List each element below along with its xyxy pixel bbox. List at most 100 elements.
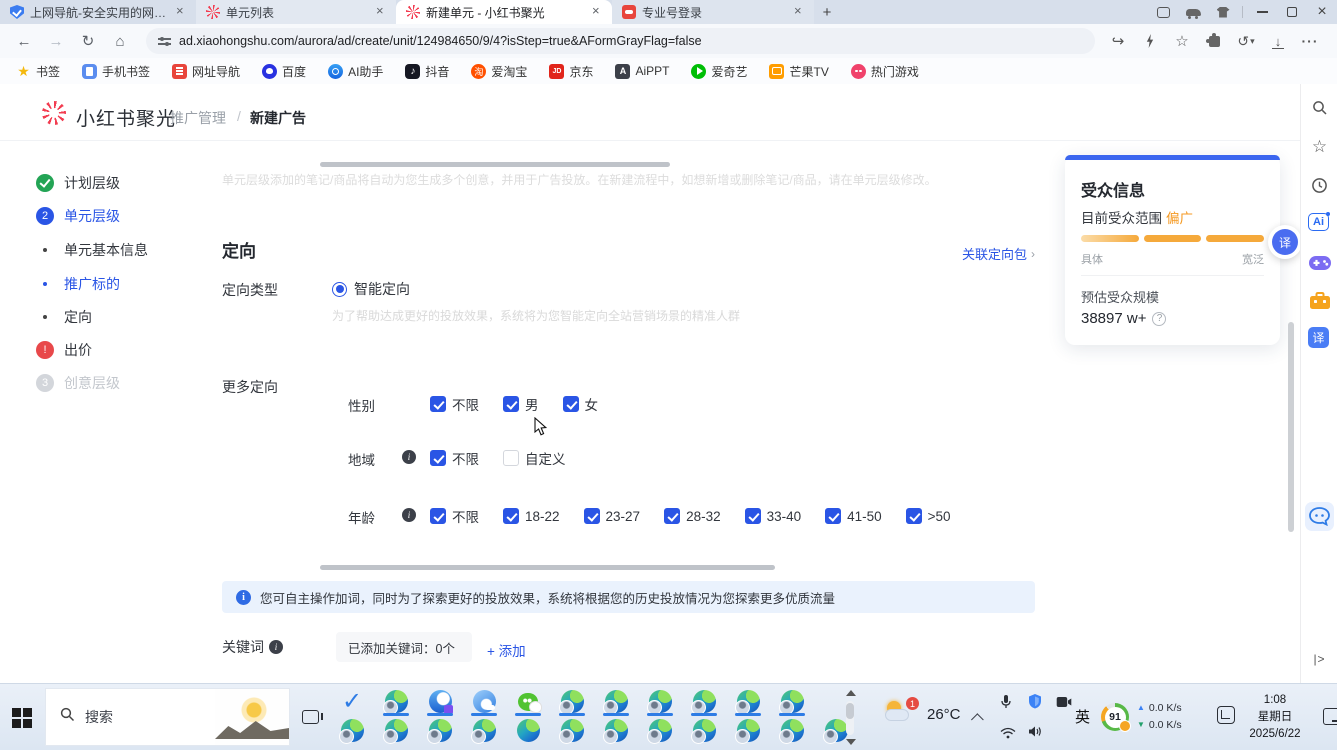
taskbar-app-icon[interactable] [516,718,540,744]
checkbox[interactable] [825,508,841,524]
home-icon[interactable]: ⌂ [106,28,134,54]
bookmark-item[interactable]: 百度 [262,63,306,80]
rail-ai-icon[interactable]: Ai [1308,213,1329,231]
taskbar-app-icon[interactable] [340,718,364,744]
vehicle-extension-icon[interactable] [1178,0,1208,24]
taskbar-app-icon[interactable] [340,689,364,715]
refresh-icon[interactable]: ↻ [74,28,102,54]
rail-collapse-icon[interactable]: |> [1308,647,1331,670]
extensions-puzzle-icon[interactable] [1203,30,1225,52]
taskbar-app-icon[interactable] [780,718,804,744]
back-icon[interactable]: ← [10,28,38,54]
taskbar-app-icon[interactable] [516,689,540,715]
bookmark-item[interactable]: 京东 [549,63,593,80]
browser-tab-2[interactable]: 单元列表 [196,0,396,24]
checkbox[interactable] [430,450,446,466]
weather-temperature[interactable]: 26°C [927,706,961,723]
forward-icon[interactable]: → [42,28,70,54]
info-icon[interactable] [269,640,283,654]
shirt-extension-icon[interactable] [1208,0,1238,24]
bookmark-item[interactable]: AI助手 [328,63,383,80]
checkbox[interactable] [584,508,600,524]
taskbar-app-icon[interactable] [736,689,760,715]
tab-close-icon[interactable] [372,4,388,20]
sidebar-item-bid[interactable]: ! 出价 [36,340,92,360]
speaker-icon[interactable] [1028,725,1043,743]
bookmark-item[interactable]: 芒果TV [769,63,828,80]
bookmark-item[interactable]: 热门游戏 [851,63,919,80]
age-option[interactable]: 41-50 [825,508,882,524]
taskbar-app-icon[interactable] [780,689,804,715]
performance-icon[interactable] [1139,30,1161,52]
sidebar-item-plan-level[interactable]: 计划层级 [36,173,120,193]
breadcrumb-parent[interactable]: 推广管理 [170,108,226,128]
sidebar-item-targeting[interactable]: 定向 [36,307,92,327]
camera-icon[interactable] [1056,695,1072,713]
page-scrollbar-thumb[interactable] [1288,322,1294,532]
rail-history-clock-icon[interactable] [1308,174,1331,197]
taskbar-app-icon[interactable] [736,718,760,744]
close-button[interactable] [1307,0,1337,24]
tab-box-icon[interactable] [1148,0,1178,24]
taskbar-app-icon[interactable] [648,689,672,715]
start-button-icon[interactable] [12,708,32,728]
taskbar-app-icon[interactable] [604,689,628,715]
region-option[interactable]: 不限 [430,448,479,468]
checkbox[interactable] [503,396,519,412]
site-permissions-icon[interactable] [158,36,171,46]
url-bar[interactable]: ad.xiaohongshu.com/aurora/ad/create/unit… [146,28,1095,54]
weather-icon[interactable]: 1 [885,699,919,729]
horizontal-scrollbar-thumb[interactable] [320,565,775,570]
browser-tab-active[interactable]: 新建单元 - 小红书聚光 [396,0,612,24]
checkbox[interactable] [430,508,446,524]
age-option[interactable]: 不限 [430,506,479,526]
taskbar-app-icon[interactable] [384,718,408,744]
browser-menu-icon[interactable] [1299,30,1321,52]
network-speed-indicator[interactable]: ▲0.0 K/s ▼0.0 K/s [1137,699,1209,733]
rail-search-icon[interactable] [1308,96,1331,119]
hidden-icons-chevron[interactable] [971,713,984,726]
taskbar-app-icon[interactable] [384,689,408,715]
info-icon[interactable] [402,508,416,522]
radio-selected-icon[interactable] [332,282,347,297]
taskbar-app-icon[interactable] [560,718,584,744]
browser-tab-4[interactable]: 专业号登录 [612,0,814,24]
gender-option[interactable]: 男 [503,394,539,414]
tab-close-icon[interactable] [172,4,188,20]
security-shield-icon[interactable] [1028,693,1042,714]
checkbox[interactable] [906,508,922,524]
checkbox[interactable] [430,396,446,412]
share-icon[interactable] [1107,30,1129,52]
floating-translate-badge[interactable]: 译 [1268,225,1302,259]
scroll-up-icon[interactable] [846,690,856,696]
smart-targeting-radio[interactable]: 智能定向 [332,279,410,299]
taskbar-app-icon[interactable] [428,689,452,715]
battery-optimizer-ring[interactable]: 91 [1101,703,1129,731]
checkbox[interactable] [563,396,579,412]
minimize-button[interactable] [1247,0,1277,24]
age-option[interactable]: 33-40 [745,508,802,524]
url-text[interactable]: ad.xiaohongshu.com/aurora/ad/create/unit… [179,34,702,48]
sidebar-item-unit-level[interactable]: 2 单元层级 [36,206,120,226]
maximize-button[interactable] [1277,0,1307,24]
sidebar-item-creative-level[interactable]: 3 创意层级 [36,373,120,393]
region-option[interactable]: 自定义 [503,448,566,468]
bookmark-item[interactable]: 网址导航 [172,63,240,80]
taskbar-app-icon[interactable] [648,718,672,744]
age-option[interactable]: 23-27 [584,508,641,524]
gender-option[interactable]: 女 [563,394,599,414]
bookmark-item[interactable]: 爱奇艺 [691,63,747,80]
rail-chat-assistant-icon[interactable] [1305,502,1334,531]
rail-toolbox-icon[interactable] [1308,289,1331,312]
info-icon[interactable] [402,450,416,464]
gender-option[interactable]: 不限 [430,394,479,414]
bookmark-item[interactable]: 手机书签 [82,63,150,80]
taskbar-app-icon[interactable] [692,689,716,715]
bookmark-item[interactable]: 爱淘宝 [471,63,527,80]
scrollbar-thumb[interactable] [846,703,854,719]
checkbox[interactable] [503,450,519,466]
notification-center-icon[interactable] [1323,708,1337,725]
favorite-star-icon[interactable] [1171,30,1193,52]
taskbar-clock[interactable]: 1:08 星期日 2025/6/22 [1235,692,1315,743]
search-highlight-image[interactable] [215,689,289,745]
